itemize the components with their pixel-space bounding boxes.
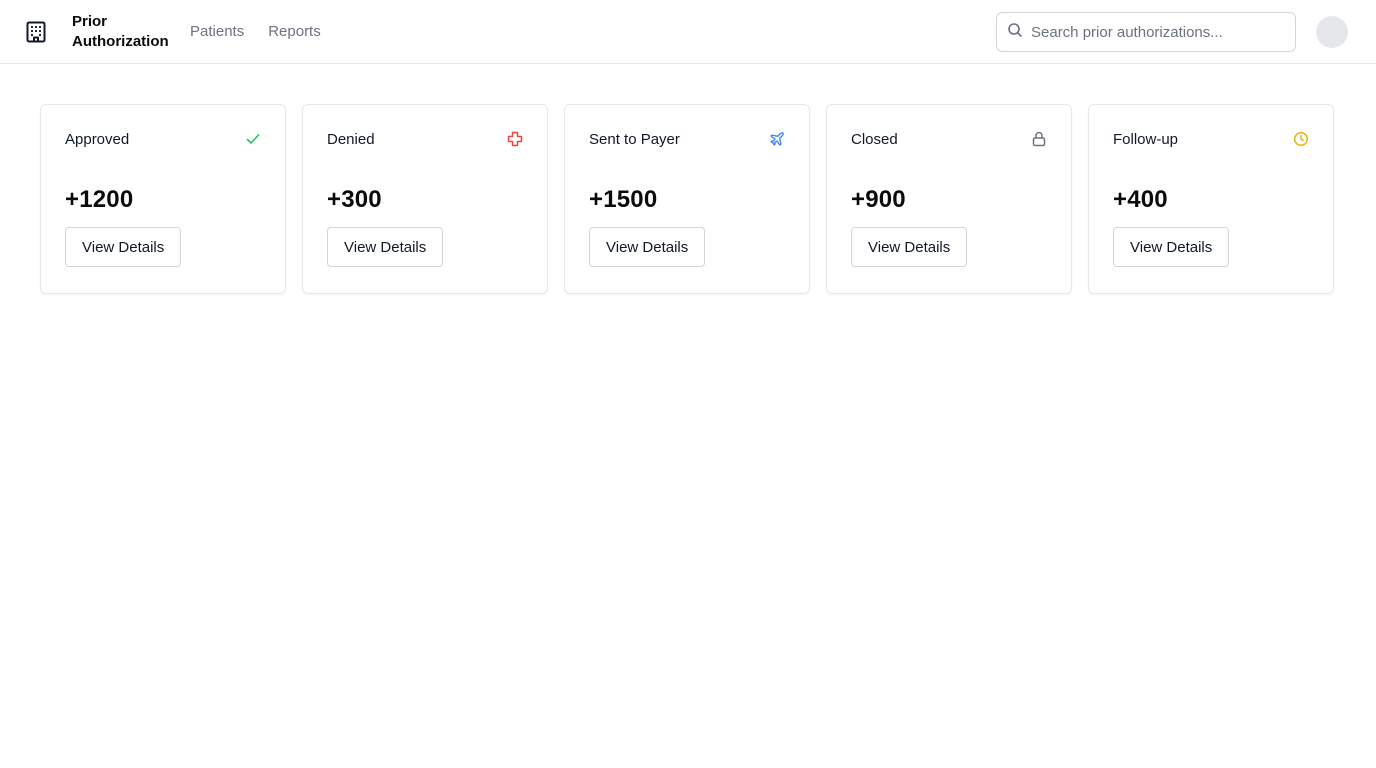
card-title: Denied [327,130,375,148]
plane-icon [769,131,785,147]
status-card-denied: Denied +300 View Details [302,104,548,294]
status-cards: Approved +1200 View Details Denied +300 … [0,64,1376,294]
search-icon [1007,22,1023,43]
card-count: +400 [1113,186,1168,213]
search-input[interactable] [1031,23,1281,41]
building-icon [26,20,46,44]
brand[interactable]: Prior Authorization [26,12,172,52]
app-title: Prior Authorization [72,12,169,50]
status-card-follow-up: Follow-up +400 View Details [1088,104,1334,294]
view-details-button[interactable]: View Details [327,227,444,267]
top-navigation-bar: Prior Authorization Patients Reports [0,0,1376,64]
card-title: Closed [851,130,898,148]
view-details-button[interactable]: View Details [1113,227,1230,267]
card-title: Approved [65,130,130,148]
status-card-sent-to-payer: Sent to Payer +1500 View Details [564,104,810,294]
view-details-button[interactable]: View Details [65,227,182,267]
status-card-approved: Approved +1200 View Details [40,104,286,294]
card-count: +1500 [589,186,658,213]
clock-icon [1293,131,1309,147]
view-details-button[interactable]: View Details [851,227,968,267]
search-box[interactable] [996,12,1296,52]
avatar[interactable] [1316,16,1348,48]
nav-link-reports[interactable]: Reports [268,23,321,40]
card-count: +1200 [65,186,134,213]
check-icon [245,131,261,147]
nav-link-patients[interactable]: Patients [190,23,244,40]
main-nav: Patients Reports [190,23,345,40]
cross-icon [507,131,523,147]
status-card-closed: Closed +900 View Details [826,104,1072,294]
card-count: +300 [327,186,382,213]
card-title: Sent to Payer [589,130,680,148]
card-title: Follow-up [1113,130,1179,148]
lock-icon [1031,131,1047,147]
card-count: +900 [851,186,906,213]
view-details-button[interactable]: View Details [589,227,706,267]
